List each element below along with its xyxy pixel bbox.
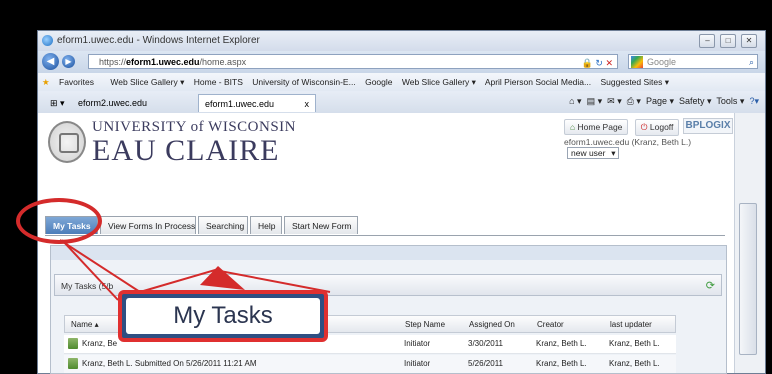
panel-title: My Tasks (5/b	[61, 281, 114, 291]
university-seal-icon	[48, 121, 86, 163]
help-icon[interactable]: ?▾	[749, 96, 759, 106]
window-title: eform1.uwec.edu - Windows Internet Explo…	[57, 35, 260, 46]
callout-text: My Tasks	[173, 302, 273, 329]
power-icon: ⏻	[640, 122, 648, 132]
feeds-icon[interactable]: ▤ ▾	[587, 96, 603, 106]
cell-creator: Kranz, Beth L.	[536, 339, 587, 348]
tab-start-new-form[interactable]: Start New Form	[284, 216, 358, 234]
col-name[interactable]: Name ▴	[71, 316, 99, 334]
address-path: /home.aspx	[199, 57, 247, 67]
browser-tab-row: ⊞ ▾ eform2.uwec.edu eform1.uwec.edu x ⌂ ▾…	[38, 91, 765, 113]
search-placeholder: Google	[647, 57, 677, 67]
home-icon: ⌂	[570, 122, 576, 132]
favorites-bar: ★ Favorites Web Slice Gallery ▾ Home - B…	[38, 73, 765, 91]
user-text: eform1.uwec.edu (Kranz, Beth L.)	[564, 137, 692, 147]
browser-tab-eform2[interactable]: eform2.uwec.edu	[72, 94, 192, 112]
cell-updater: Kranz, Beth L.	[609, 359, 660, 368]
col-assigned-on[interactable]: Assigned On	[469, 316, 515, 334]
forward-button[interactable]: ▶	[62, 55, 75, 68]
panel-stripe	[51, 246, 726, 260]
home-icon[interactable]: ⌂ ▾	[569, 96, 581, 106]
cell-step: Initiator	[404, 359, 431, 368]
ie-logo-icon	[42, 35, 53, 46]
cell-name[interactable]: Kranz, Beth L. Submitted On 5/26/2011 11…	[82, 359, 256, 368]
tools-menu[interactable]: Tools ▾	[716, 96, 744, 106]
address-row: ◀ ▶ https://eform1.uwec.edu/home.aspx 🔒 …	[38, 51, 765, 73]
col-last-updater[interactable]: last updater	[610, 316, 652, 334]
print-icon[interactable]: ⎙ ▾	[627, 96, 641, 106]
star-icon: ★	[42, 77, 50, 87]
cell-step: Initiator	[404, 339, 431, 348]
window-controls: – □ ✕	[697, 34, 757, 48]
fav-item[interactable]: Web Slice Gallery ▾	[110, 77, 184, 87]
col-creator[interactable]: Creator	[537, 316, 564, 334]
tab-view-forms-in-process[interactable]: View Forms In Process	[100, 216, 196, 234]
address-bar[interactable]: https://eform1.uwec.edu/home.aspx 🔒 ↻ ✕	[88, 54, 618, 69]
tab-underline	[45, 235, 725, 236]
google-icon	[631, 56, 643, 68]
user-select[interactable]: new user	[567, 147, 619, 159]
cell-creator: Kranz, Beth L.	[536, 359, 587, 368]
safety-menu[interactable]: Safety ▾	[679, 96, 712, 106]
fav-item[interactable]: Web Slice Gallery ▾	[402, 77, 476, 87]
favorites-label: Favorites	[59, 77, 94, 87]
fav-item[interactable]: April Pierson Social Media...	[485, 77, 591, 87]
campus-line: EAU CLAIRE	[92, 134, 280, 167]
logoff-button[interactable]: ⏻ Logoff	[634, 119, 680, 136]
cell-assigned: 5/26/2011	[468, 359, 503, 368]
user-line: eform1.uwec.edu (Kranz, Beth L.) new use…	[564, 137, 734, 159]
cell-assigned: 3/30/2011	[468, 339, 503, 348]
tab-help[interactable]: Help	[250, 216, 282, 234]
lock-refresh-stop-icons[interactable]: 🔒 ↻ ✕	[582, 56, 613, 71]
maximize-button[interactable]: □	[720, 34, 737, 48]
command-bar: ⌂ ▾ ▤ ▾ ✉ ▾ ⎙ ▾ Page ▾ Safety ▾ Tools ▾ …	[569, 96, 759, 107]
address-host: eform1.uwec.edu	[126, 57, 200, 67]
fav-item[interactable]: Google	[365, 77, 392, 87]
minimize-button[interactable]: –	[699, 34, 716, 48]
fav-item[interactable]: University of Wisconsin-E...	[252, 77, 355, 87]
close-tab-icon[interactable]: x	[305, 95, 310, 113]
tab-list-button[interactable]: ⊞ ▾	[44, 94, 71, 112]
fav-item[interactable]: Suggested Sites ▾	[600, 77, 669, 87]
bplogix-logo: BPLOGIX	[683, 118, 733, 134]
page-menu[interactable]: Page ▾	[646, 96, 674, 106]
back-button[interactable]: ◀	[42, 53, 59, 70]
search-icon[interactable]: ⌕	[749, 55, 754, 70]
table-row[interactable]: Kranz, Beth L. Submitted On 5/26/2011 11…	[64, 355, 676, 373]
home-page-button[interactable]: ⌂ Home Page	[564, 119, 629, 135]
scrollbar-thumb[interactable]	[739, 203, 757, 355]
annotation-oval	[16, 198, 102, 244]
favorites-button[interactable]: ★ Favorites	[42, 77, 101, 87]
form-icon	[68, 338, 78, 350]
search-input[interactable]: Google ⌕	[628, 54, 758, 69]
callout-box: My Tasks	[118, 290, 328, 342]
tab-searching[interactable]: Searching	[198, 216, 248, 234]
address-prefix: https://	[99, 57, 127, 67]
top-links: ⌂ Home Page ⏻ Logoff	[564, 119, 683, 136]
fav-item[interactable]: Home - BITS	[194, 77, 243, 87]
title-bar: eform1.uwec.edu - Windows Internet Explo…	[38, 31, 765, 51]
mail-icon[interactable]: ✉ ▾	[607, 96, 622, 106]
refresh-icon[interactable]: ⟳	[706, 275, 715, 297]
cell-updater: Kranz, Beth L.	[609, 339, 660, 348]
form-icon	[68, 358, 78, 370]
col-step-name[interactable]: Step Name	[405, 316, 445, 334]
cell-name[interactable]: Kranz, Be	[82, 339, 117, 348]
close-button[interactable]: ✕	[741, 34, 757, 48]
vertical-scrollbar[interactable]	[734, 113, 765, 373]
callout-inner: My Tasks	[126, 298, 320, 334]
browser-tab-eform1[interactable]: eform1.uwec.edu x	[198, 94, 316, 112]
